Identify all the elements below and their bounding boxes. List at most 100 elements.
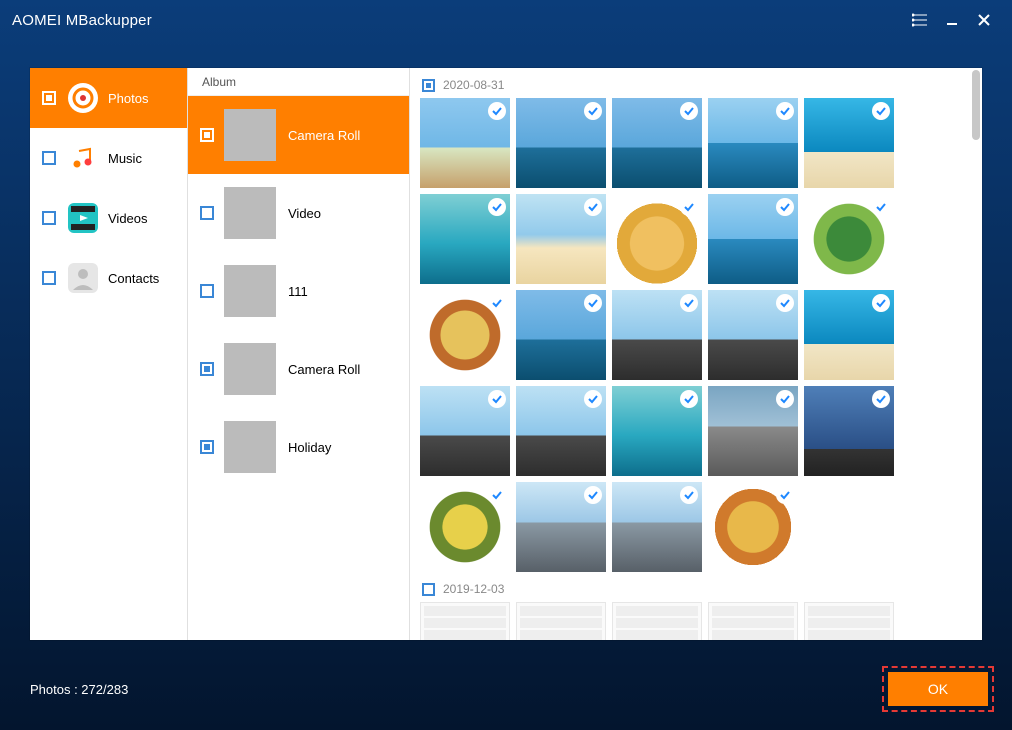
album-label: 111 xyxy=(288,284,308,299)
selected-check-icon xyxy=(872,198,890,216)
selected-check-icon xyxy=(584,486,602,504)
photo-thumb[interactable] xyxy=(516,602,606,640)
album-list: Album Camera Roll Video 111 Camera Roll Holi… xyxy=(188,68,410,640)
checkbox[interactable] xyxy=(42,271,56,285)
sidebar-item-label: Contacts xyxy=(108,271,159,286)
photo-thumb[interactable] xyxy=(804,290,894,380)
contacts-icon xyxy=(68,263,98,293)
photo-thumb[interactable] xyxy=(612,290,702,380)
photo-thumb[interactable] xyxy=(804,194,894,284)
album-label: Camera Roll xyxy=(288,128,360,143)
selected-check-icon xyxy=(776,486,794,504)
list-view-icon[interactable] xyxy=(904,4,936,36)
photo-thumb[interactable] xyxy=(420,98,510,188)
album-item[interactable]: Holiday xyxy=(188,408,409,486)
album-item[interactable]: Camera Roll xyxy=(188,330,409,408)
album-thumb xyxy=(224,109,276,161)
scrollbar-thumb[interactable] xyxy=(972,70,980,140)
selected-check-icon xyxy=(872,390,890,408)
album-item[interactable]: 111 xyxy=(188,252,409,330)
sidebar-item-label: Photos xyxy=(108,91,148,106)
date-header[interactable]: 2019-12-03 xyxy=(422,582,972,596)
photo-thumb[interactable] xyxy=(516,290,606,380)
sidebar-item-label: Music xyxy=(108,151,142,166)
photo-thumb[interactable] xyxy=(516,482,606,572)
ok-highlight: OK xyxy=(882,666,994,712)
photo-thumb[interactable] xyxy=(612,602,702,640)
footer: Photos : 272/283 OK xyxy=(30,666,994,712)
date-label: 2019-12-03 xyxy=(443,582,504,596)
photo-count-status: Photos : 272/283 xyxy=(30,682,128,697)
selected-check-icon xyxy=(872,294,890,312)
photo-thumb[interactable] xyxy=(708,386,798,476)
photo-thumb[interactable] xyxy=(804,98,894,188)
sidebar-item-music[interactable]: Music xyxy=(30,128,187,188)
photo-thumb[interactable] xyxy=(708,482,798,572)
checkbox[interactable] xyxy=(200,362,214,376)
album-item[interactable]: Camera Roll xyxy=(188,96,409,174)
photo-thumb[interactable] xyxy=(612,482,702,572)
ok-button[interactable]: OK xyxy=(888,672,988,706)
selected-check-icon xyxy=(488,486,506,504)
selected-check-icon xyxy=(680,486,698,504)
sidebar-item-videos[interactable]: Videos xyxy=(30,188,187,248)
photos-icon xyxy=(68,83,98,113)
photo-thumb[interactable] xyxy=(420,482,510,572)
album-label: Holiday xyxy=(288,440,331,455)
photo-thumb[interactable] xyxy=(708,98,798,188)
photo-grid[interactable]: 2020-08-312019-12-032019-11-15 xyxy=(410,68,982,640)
selected-check-icon xyxy=(488,390,506,408)
sidebar-item-contacts[interactable]: Contacts xyxy=(30,248,187,308)
checkbox[interactable] xyxy=(200,206,214,220)
main-panel: Photos Music Videos Contacts Album Camera R… xyxy=(30,68,982,640)
photo-thumb[interactable] xyxy=(708,290,798,380)
album-header: Album xyxy=(188,68,409,96)
selected-check-icon xyxy=(872,102,890,120)
photo-thumb[interactable] xyxy=(804,602,894,640)
photo-thumb[interactable] xyxy=(420,194,510,284)
selected-check-icon xyxy=(680,198,698,216)
selected-check-icon xyxy=(584,198,602,216)
checkbox[interactable] xyxy=(200,128,214,142)
photo-thumb[interactable] xyxy=(708,194,798,284)
sidebar-item-photos[interactable]: Photos xyxy=(30,68,187,128)
date-header[interactable]: 2020-08-31 xyxy=(422,78,972,92)
checkbox[interactable] xyxy=(422,79,435,92)
category-sidebar: Photos Music Videos Contacts xyxy=(30,68,188,640)
album-thumb xyxy=(224,343,276,395)
checkbox[interactable] xyxy=(42,151,56,165)
checkbox[interactable] xyxy=(200,440,214,454)
sidebar-item-label: Videos xyxy=(108,211,148,226)
photo-thumb[interactable] xyxy=(516,98,606,188)
selected-check-icon xyxy=(584,102,602,120)
photo-thumb[interactable] xyxy=(612,194,702,284)
checkbox[interactable] xyxy=(422,583,435,596)
minimize-button[interactable] xyxy=(936,4,968,36)
photo-thumb[interactable] xyxy=(420,602,510,640)
checkbox[interactable] xyxy=(200,284,214,298)
photo-thumb[interactable] xyxy=(516,386,606,476)
selected-check-icon xyxy=(776,294,794,312)
album-thumb xyxy=(224,187,276,239)
photo-thumb[interactable] xyxy=(708,602,798,640)
title-bar: AOMEI MBackupper xyxy=(0,0,1012,40)
selected-check-icon xyxy=(680,390,698,408)
selected-check-icon xyxy=(488,198,506,216)
photo-thumb[interactable] xyxy=(612,386,702,476)
checkbox[interactable] xyxy=(42,211,56,225)
photo-thumb[interactable] xyxy=(612,98,702,188)
date-label: 2020-08-31 xyxy=(443,78,504,92)
selected-check-icon xyxy=(776,390,794,408)
selected-check-icon xyxy=(680,102,698,120)
photo-thumb[interactable] xyxy=(420,386,510,476)
selected-check-icon xyxy=(488,102,506,120)
album-label: Video xyxy=(288,206,321,221)
album-item[interactable]: Video xyxy=(188,174,409,252)
selected-check-icon xyxy=(488,294,506,312)
photo-thumb[interactable] xyxy=(804,386,894,476)
photo-thumb[interactable] xyxy=(420,290,510,380)
selected-check-icon xyxy=(584,294,602,312)
close-button[interactable] xyxy=(968,4,1000,36)
photo-thumb[interactable] xyxy=(516,194,606,284)
checkbox[interactable] xyxy=(42,91,56,105)
